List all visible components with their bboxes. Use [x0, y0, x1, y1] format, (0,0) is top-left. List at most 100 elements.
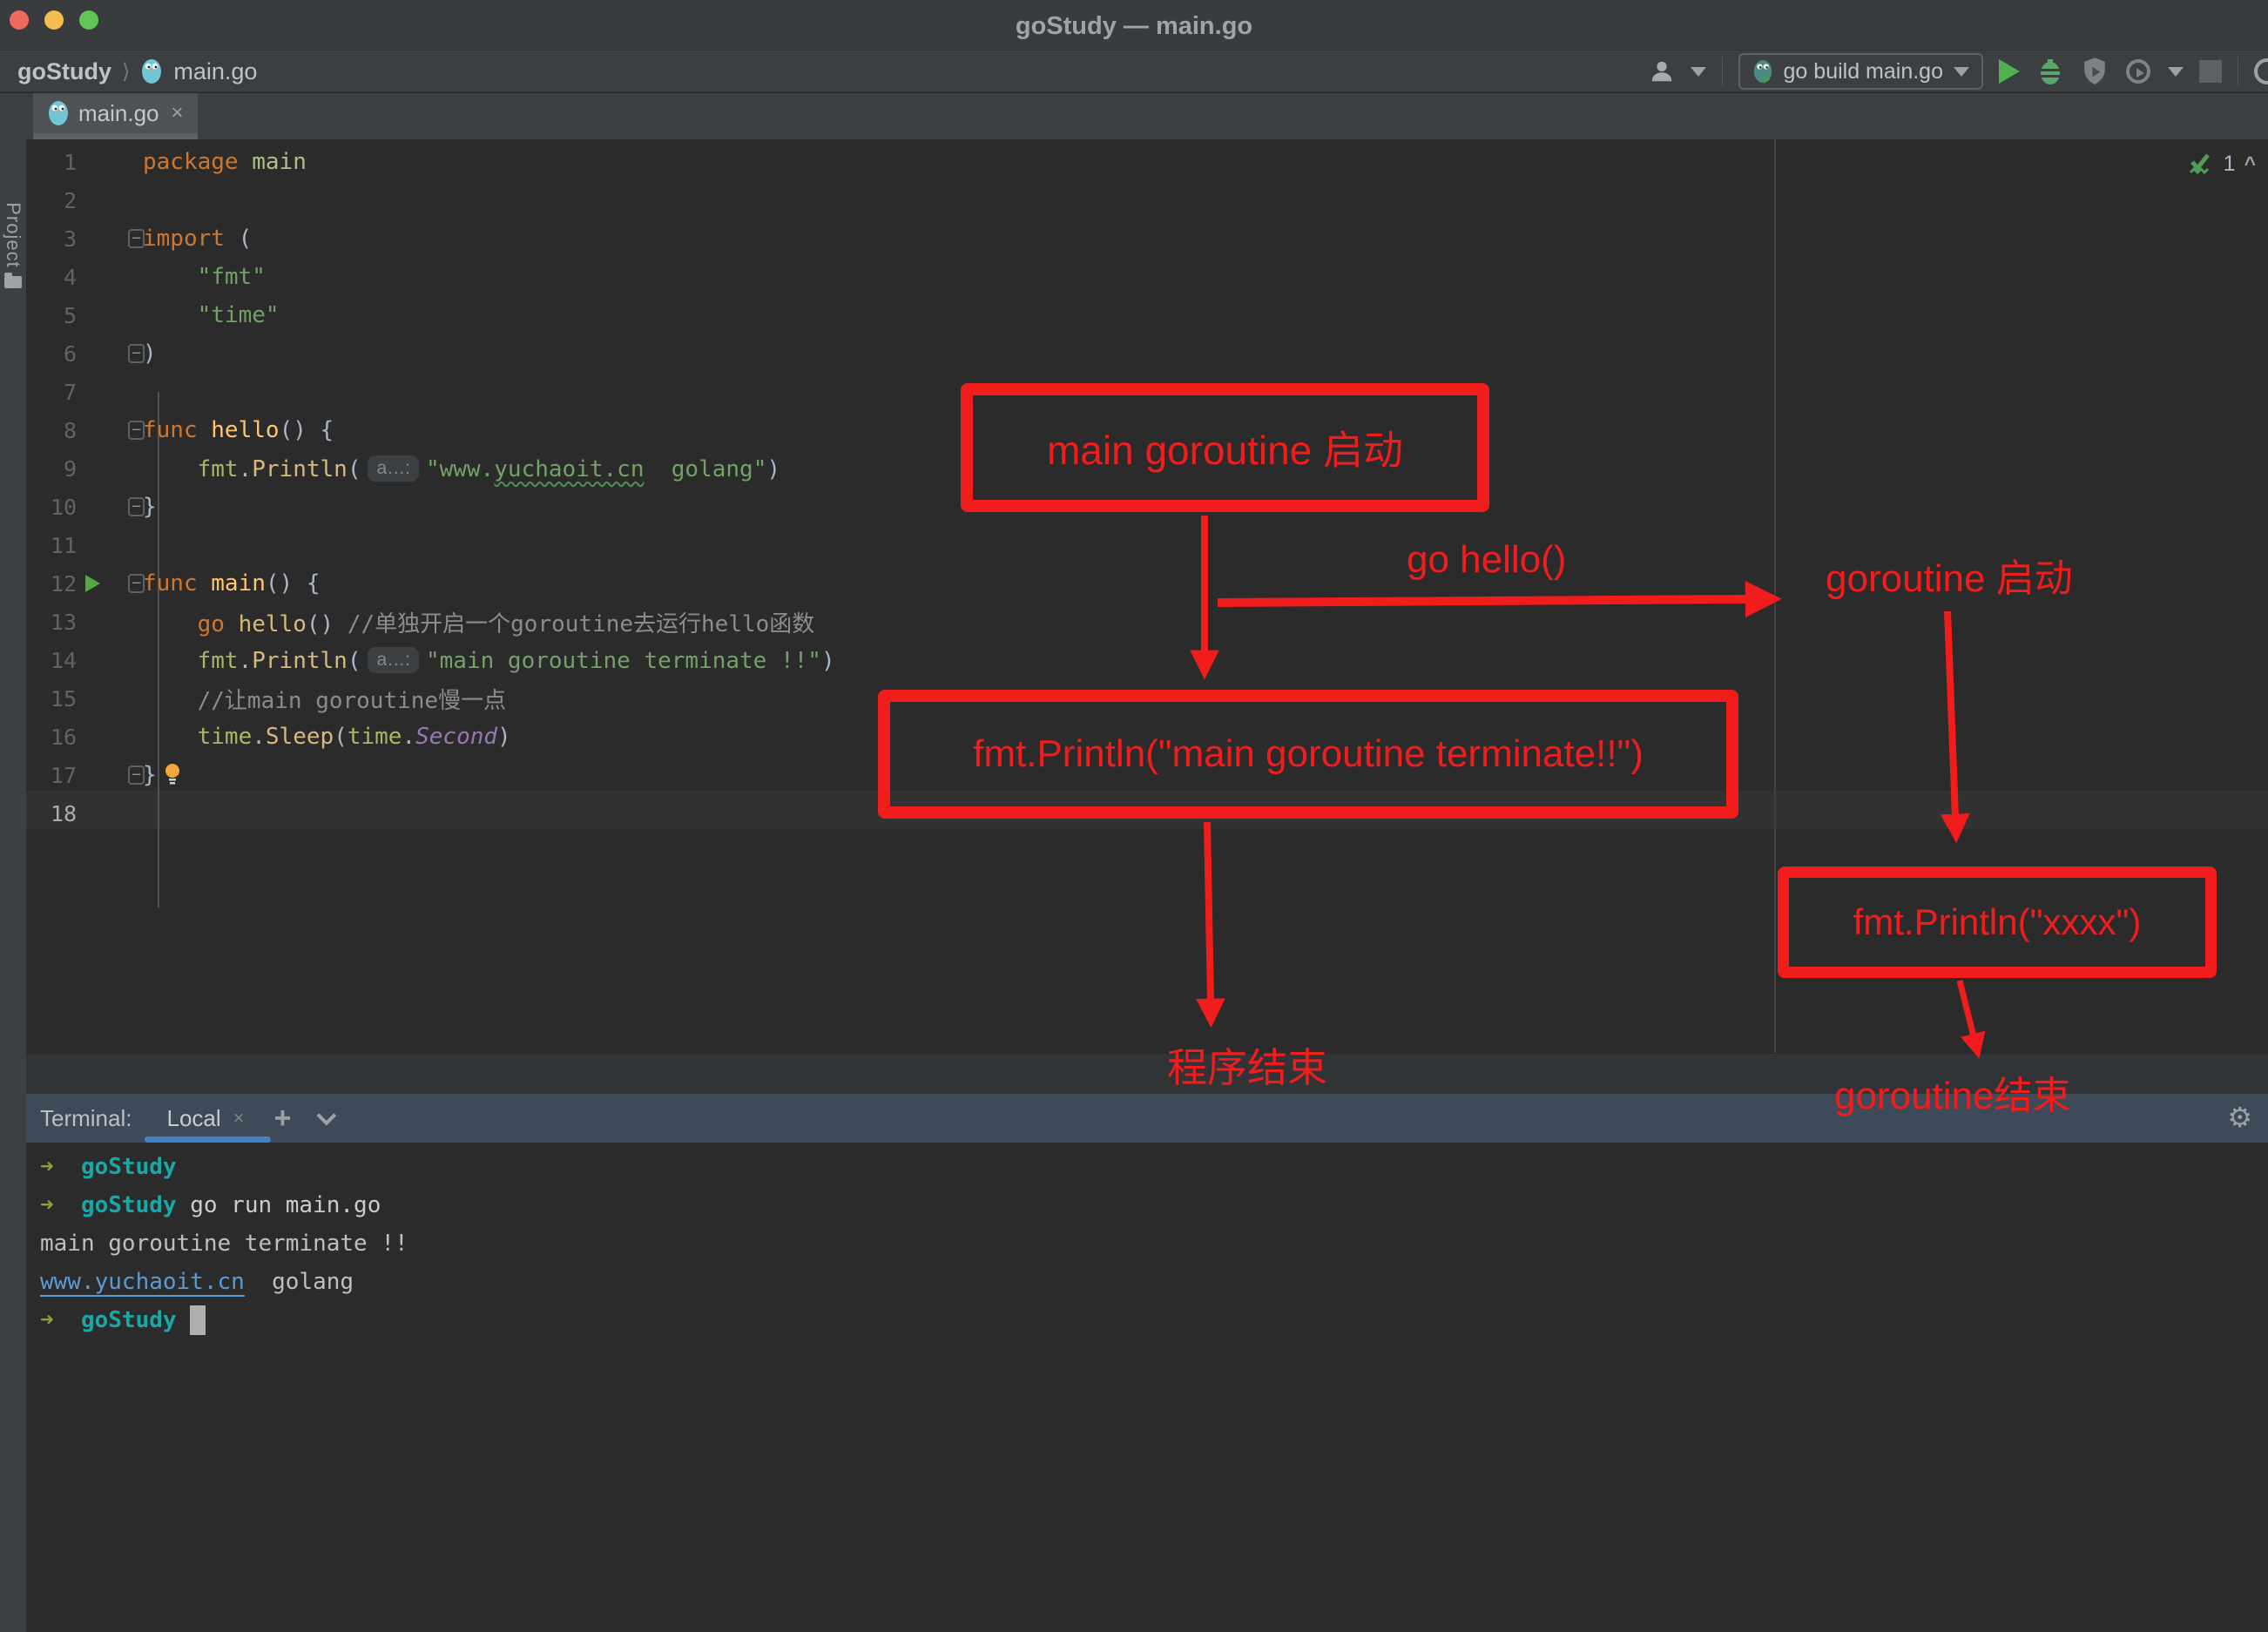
code-token: [334, 611, 348, 637]
terminal-link[interactable]: www.yuchaoit.cn: [40, 1269, 245, 1295]
code-text: "time": [143, 302, 2268, 328]
code-token: goStudy: [81, 1307, 177, 1333]
toolbar-divider: [1722, 57, 1723, 86]
code-token: "time": [198, 302, 280, 328]
tab-main-go[interactable]: main.go ×: [33, 93, 198, 139]
code-token: [143, 611, 198, 637]
code-token: package: [143, 149, 239, 175]
intention-bulb-icon[interactable]: [164, 763, 181, 786]
line-number: 13: [26, 610, 77, 635]
code-token: () {: [280, 417, 334, 443]
debug-icon[interactable]: [2035, 57, 2065, 85]
code-token: [239, 149, 253, 175]
code-token: .: [252, 724, 266, 750]
run-configuration-label: go build main.go: [1784, 59, 1943, 84]
parameter-hint: a…:: [368, 647, 419, 673]
code-token: golang": [644, 456, 766, 482]
code-line[interactable]: 13 go hello() //单独开启一个goroutine去运行hello函…: [26, 603, 2268, 641]
profiler-dropdown-icon[interactable]: [2168, 67, 2184, 77]
code-token: Second: [415, 724, 497, 750]
code-token: func: [143, 417, 198, 443]
code-line[interactable]: 5 "time": [26, 296, 2268, 334]
code-line[interactable]: 2: [26, 181, 2268, 219]
folder-icon: [4, 276, 22, 288]
breadcrumb-file[interactable]: main.go: [173, 58, 257, 85]
run-with-coverage-icon[interactable]: [2081, 57, 2109, 86]
gutter-icons: [77, 143, 143, 181]
editor-tab-bar: main.go ×: [26, 93, 2268, 139]
title-bar: goStudy — main.go: [0, 0, 2268, 51]
terminal-tab-close-icon[interactable]: ×: [233, 1107, 245, 1130]
code-token: (: [334, 724, 348, 750]
code-token: [143, 302, 198, 328]
code-text: ): [143, 341, 2268, 367]
fold-end-icon[interactable]: −: [128, 765, 145, 785]
tool-window-stripe: Project: [0, 93, 26, 1632]
code-token: (: [239, 226, 253, 252]
code-token: [198, 417, 212, 443]
code-token: [225, 611, 239, 637]
code-line[interactable]: 6−): [26, 334, 2268, 373]
fold-end-icon[interactable]: −: [128, 344, 145, 363]
line-number: 4: [26, 265, 77, 290]
run-main-icon[interactable]: [85, 575, 100, 592]
gutter-icons: [77, 449, 143, 488]
terminal-line: ➜ goStudy go run main.go: [40, 1186, 2268, 1224]
tab-close-icon[interactable]: ×: [172, 101, 184, 125]
code-token: [54, 1192, 81, 1218]
fold-start-icon[interactable]: −: [128, 574, 145, 593]
fold-end-icon[interactable]: −: [128, 497, 145, 516]
code-token: [198, 570, 212, 597]
code-line[interactable]: 3−import (: [26, 219, 2268, 258]
terminal-settings-gear-icon[interactable]: ⚙: [2227, 1101, 2252, 1134]
code-token: go run main.go: [177, 1192, 381, 1218]
code-token: [143, 648, 198, 674]
navigation-bar: goStudy ⟩ main.go go build main.go: [0, 51, 2268, 92]
user-icon[interactable]: [1649, 58, 1675, 84]
code-token: [177, 1307, 191, 1333]
code-token: ): [143, 341, 157, 367]
terminal-dropdown-icon[interactable]: [317, 1106, 337, 1126]
search-everywhere-icon[interactable]: [2254, 58, 2268, 84]
code-token: Println: [252, 648, 348, 674]
line-number: 1: [26, 150, 77, 175]
gopher-icon: [140, 58, 163, 84]
code-token: time: [348, 724, 402, 750]
code-token: main: [252, 149, 307, 175]
annotation-box-main-goroutine-start: main goroutine 启动: [961, 383, 1489, 512]
project-tool-button[interactable]: Project: [2, 202, 24, 267]
gutter-icons: [77, 794, 143, 833]
gutter-icons: [77, 641, 143, 679]
inspections-ok-icon: [2185, 150, 2215, 178]
code-text: fmt.Println(a…:"main goroutine terminate…: [143, 647, 2268, 674]
terminal-line: www.yuchaoit.cn golang: [40, 1263, 2268, 1301]
profiler-icon[interactable]: [2124, 57, 2152, 85]
code-token: fmt: [198, 648, 239, 674]
user-dropdown-icon[interactable]: [1691, 67, 1706, 77]
code-line[interactable]: 14 fmt.Println(a…:"main goroutine termin…: [26, 641, 2268, 679]
terminal-tab-underline: [145, 1136, 271, 1143]
run-configuration-dropdown-icon: [1954, 67, 1969, 77]
gutter-icons: [77, 296, 143, 334]
new-terminal-session-button[interactable]: +: [274, 1102, 292, 1136]
code-token: [143, 456, 198, 482]
fold-start-icon[interactable]: −: [128, 421, 145, 440]
parameter-hint: a…:: [368, 455, 419, 482]
terminal-output[interactable]: ➜ goStudy➜ goStudy go run main.gomain go…: [26, 1143, 2268, 1339]
breadcrumb-project[interactable]: goStudy: [17, 58, 111, 85]
code-line[interactable]: 1 package main: [26, 143, 2268, 181]
terminal-tab-local[interactable]: Local ×: [166, 1094, 244, 1143]
code-line[interactable]: 4 "fmt": [26, 258, 2268, 296]
annotation-label-goroutine-end: goroutine结束: [1834, 1064, 2070, 1120]
stop-button[interactable]: [2199, 60, 2222, 83]
line-number: 11: [26, 533, 77, 558]
terminal-panel-label: Terminal:: [40, 1105, 132, 1132]
toolbar-right: go build main.go: [1649, 51, 2268, 92]
run-configuration-select[interactable]: go build main.go: [1738, 53, 1983, 90]
line-number: 17: [26, 763, 77, 788]
inspections-widget[interactable]: 1 ^: [2185, 150, 2256, 178]
fold-start-icon[interactable]: −: [128, 229, 145, 248]
code-token: goStudy: [81, 1192, 177, 1218]
code-token: Sleep: [266, 724, 334, 750]
run-button[interactable]: [1999, 59, 2020, 84]
